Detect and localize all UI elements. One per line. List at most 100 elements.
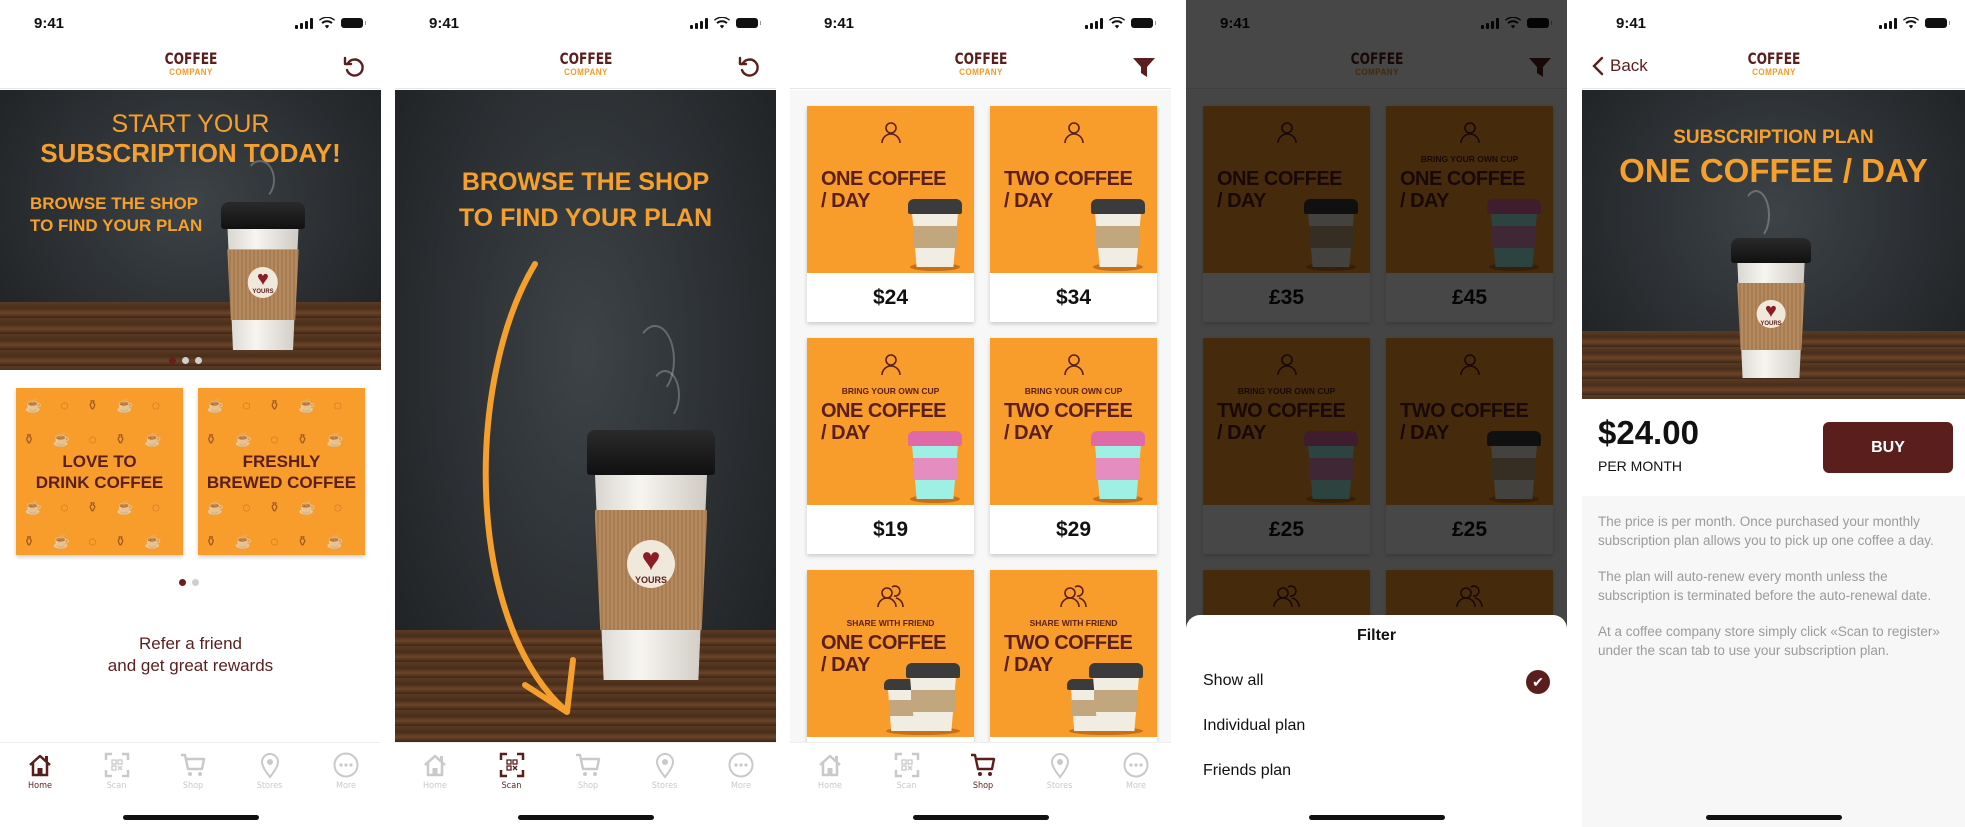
tab-shop[interactable]: Shop bbox=[953, 751, 1013, 791]
tab-scan[interactable]: Scan bbox=[482, 751, 542, 791]
plan-price: $24.00 bbox=[1598, 414, 1699, 451]
home-indicator bbox=[912, 815, 1049, 820]
plan-subtitle: SHARE WITH FRIEND bbox=[846, 618, 935, 628]
filter-option-friends[interactable]: Friends plan bbox=[1203, 762, 1550, 780]
status-time: 9:41 bbox=[34, 15, 65, 32]
tab-shop[interactable]: Shop bbox=[163, 751, 223, 791]
plan-grid: ONE COFFEE / DAY $24 TWO COFFEE / DAY $34 … bbox=[790, 90, 1171, 742]
more-icon bbox=[728, 752, 754, 778]
coffee-cup-image: ♥ YOURS bbox=[587, 430, 715, 680]
hero-line-3: BROWSE THE SHOP bbox=[30, 194, 199, 213]
status-bar: 9:41 bbox=[1582, 0, 1965, 44]
user-icon bbox=[880, 122, 901, 144]
tab-more[interactable]: More bbox=[316, 751, 376, 791]
signal-icon bbox=[1085, 17, 1103, 29]
tab-home[interactable]: Home bbox=[10, 751, 70, 791]
status-bar: 9:41 bbox=[790, 0, 1171, 44]
tab-label: Shop bbox=[182, 781, 204, 791]
tab-label: Scan bbox=[106, 781, 127, 791]
signal-icon bbox=[1879, 17, 1897, 29]
qr-scan-icon bbox=[499, 752, 524, 778]
status-bar: 9:41 bbox=[0, 0, 381, 44]
user-icon bbox=[880, 354, 901, 376]
refresh-icon[interactable] bbox=[736, 54, 762, 80]
status-time: 9:41 bbox=[1616, 15, 1647, 32]
phone-filter-screen: 9:41 COFFEECOMPANY ONE COFFEE/ DAY £35 B… bbox=[1186, 0, 1567, 827]
home-indicator bbox=[122, 815, 259, 820]
plan-price: $29 bbox=[1055, 517, 1092, 541]
battery-icon bbox=[341, 18, 366, 28]
standard-cup-illustration bbox=[908, 199, 962, 271]
cart-icon bbox=[576, 753, 601, 776]
wifi-icon bbox=[714, 17, 730, 29]
coffee-cup-image: ♥ YOURS bbox=[221, 202, 305, 350]
double-cup-illustration bbox=[884, 663, 960, 735]
home-indicator bbox=[1705, 815, 1842, 820]
filter-option-individual[interactable]: Individual plan bbox=[1203, 717, 1550, 735]
wifi-icon bbox=[1903, 17, 1919, 29]
plan-card-art: TWO COFFEE/ DAY bbox=[990, 106, 1157, 273]
tab-label: Shop bbox=[972, 781, 994, 791]
qr-scan-icon bbox=[104, 752, 129, 778]
hero-line-2: SUBSCRIPTION TODAY! bbox=[40, 138, 341, 168]
coffee-company-logo: COFFEECOMPANY bbox=[559, 49, 612, 78]
nav-bar: COFFEECOMPANY bbox=[0, 44, 381, 89]
location-pin-icon bbox=[1050, 753, 1069, 779]
checkmark-icon: ✔ bbox=[1526, 670, 1550, 694]
home-indicator bbox=[517, 815, 654, 820]
description-paragraph: The price is per month. Once purchased y… bbox=[1598, 514, 1934, 548]
coffee-company-logo: COFFEECOMPANY bbox=[954, 49, 1007, 78]
filter-option-show-all[interactable]: Show all ✔ bbox=[1203, 670, 1550, 694]
plan-card[interactable]: SHARE WITH FRIEND TWO COFFEE / DAY bbox=[990, 570, 1157, 742]
plan-card-art: ONE COFFEE/ DAY bbox=[807, 106, 974, 273]
promo-card-freshly-brewed[interactable]: ☕◌⚱☕◌⚱☕◌⚱☕◌⚱☕◌⚱☕◌⚱☕◌⚱☕◌⚱☕◌⚱☕◌⚱☕◌⚱☕◌⚱ FRE… bbox=[198, 388, 365, 555]
filter-icon[interactable] bbox=[1131, 54, 1157, 80]
nav-bar: COFFEECOMPANY bbox=[395, 44, 776, 89]
tab-label: More bbox=[730, 781, 752, 791]
wifi-icon bbox=[1109, 17, 1125, 29]
refer-friend-link[interactable]: Refer a friend and get great rewards bbox=[0, 633, 381, 677]
plan-card[interactable]: BRING YOUR OWN CUP TWO COFFEE / DAY $29 bbox=[990, 338, 1157, 554]
plan-card[interactable]: TWO COFFEE / DAY $34 bbox=[990, 106, 1157, 322]
plan-description: The price is per month. Once purchased y… bbox=[1582, 496, 1965, 827]
buy-button[interactable]: BUY bbox=[1823, 422, 1953, 473]
plan-card[interactable]: SHARE WITH FRIEND ONE COFFEE / DAY bbox=[807, 570, 974, 742]
more-icon bbox=[333, 752, 359, 778]
home-indicator bbox=[1308, 815, 1445, 820]
tab-scan[interactable]: Scan bbox=[877, 751, 937, 791]
hero-line-4: TO FIND YOUR PLAN bbox=[30, 216, 203, 235]
filter-sheet: Filter Show all ✔ Individual plan Friends… bbox=[1186, 615, 1567, 827]
tab-label: Scan bbox=[896, 781, 917, 791]
status-time: 9:41 bbox=[824, 15, 855, 32]
hero-pagination[interactable] bbox=[169, 357, 202, 364]
tab-more[interactable]: More bbox=[711, 751, 771, 791]
tab-stores[interactable]: Stores bbox=[1030, 751, 1090, 791]
home-icon bbox=[424, 754, 446, 777]
tab-home[interactable]: Home bbox=[800, 751, 860, 791]
tab-stores[interactable]: Stores bbox=[635, 751, 695, 791]
coffee-cup-image: ♥ YOURS bbox=[1731, 238, 1811, 378]
promo-pagination[interactable] bbox=[179, 579, 199, 586]
refresh-icon[interactable] bbox=[341, 54, 367, 80]
tab-label: More bbox=[335, 781, 357, 791]
tab-stores[interactable]: Stores bbox=[240, 751, 300, 791]
plan-card-art: SHARE WITH FRIEND TWO COFFEE / DAY bbox=[990, 570, 1157, 737]
hero-banner[interactable]: START YOUR SUBSCRIPTION TODAY! BROWSE TH… bbox=[0, 90, 381, 370]
tab-shop[interactable]: Shop bbox=[558, 751, 618, 791]
tab-more[interactable]: More bbox=[1106, 751, 1166, 791]
tab-home[interactable]: Home bbox=[405, 751, 465, 791]
scan-hero-image: BROWSE THE SHOP TO FIND YOUR PLAN ♥ YOURS bbox=[395, 90, 776, 742]
tab-scan[interactable]: Scan bbox=[87, 751, 147, 791]
user-icon bbox=[1063, 122, 1084, 144]
plan-card[interactable]: BRING YOUR OWN CUP ONE COFFEE / DAY $19 bbox=[807, 338, 974, 554]
coffee-company-logo: COFFEECOMPANY bbox=[1747, 49, 1800, 78]
status-bar: 9:41 bbox=[395, 0, 776, 44]
tab-label: Stores bbox=[1046, 781, 1073, 791]
price-period: PER MONTH bbox=[1598, 458, 1682, 474]
home-icon bbox=[29, 754, 51, 777]
hero-line-1: BROWSE THE SHOP bbox=[461, 168, 710, 196]
promo-card-love-coffee[interactable]: ☕◌⚱☕◌⚱☕◌⚱☕◌⚱☕◌⚱☕◌⚱☕◌⚱☕◌⚱☕◌⚱☕◌⚱☕◌⚱☕◌⚱ LOV… bbox=[16, 388, 183, 555]
cart-icon bbox=[971, 753, 996, 776]
plan-card[interactable]: ONE COFFEE / DAY $24 bbox=[807, 106, 974, 322]
back-button[interactable]: Back bbox=[1592, 56, 1648, 76]
